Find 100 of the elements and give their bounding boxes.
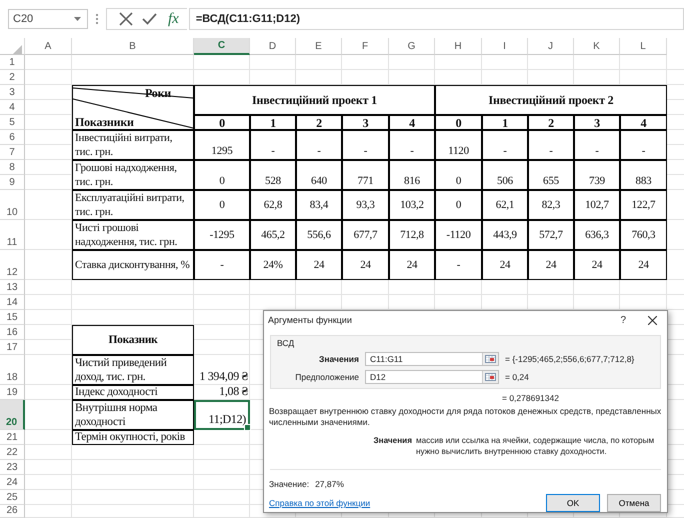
table-cell: -1295	[194, 220, 250, 250]
row-header[interactable]: 17	[0, 340, 25, 355]
close-icon	[648, 316, 657, 324]
column-header[interactable]: H	[435, 38, 482, 55]
row-header[interactable]: 25	[0, 490, 25, 505]
table-cell: 883	[620, 160, 667, 190]
project-header-cell: Інвестиційний проект 2	[435, 85, 667, 115]
argument-label: Значения	[318, 354, 359, 364]
column-header[interactable]: K	[574, 38, 620, 55]
table-cell: 62,1	[482, 190, 528, 220]
table-cell: -	[435, 250, 482, 280]
table-cell: 102,7	[574, 190, 620, 220]
collapse-dialog-button[interactable]	[482, 353, 498, 365]
row-header[interactable]: 8	[0, 160, 25, 175]
argument-field[interactable]: D12	[365, 370, 499, 384]
row-header[interactable]: 1	[0, 55, 25, 70]
insert-function-button[interactable]: fx	[166, 10, 181, 28]
table-cell: 816	[389, 160, 435, 190]
row-header[interactable]: 20	[0, 400, 25, 430]
table-cell: 506	[482, 160, 528, 190]
cancel-button[interactable]: Отмена	[607, 494, 661, 512]
argument-label: Предположение	[294, 372, 359, 382]
table-cell: -	[482, 130, 528, 160]
collapse-dialog-button[interactable]	[482, 371, 498, 383]
table-cell: 528	[250, 160, 296, 190]
table-cell: 24	[482, 250, 528, 280]
table-cell: -	[574, 130, 620, 160]
row-header[interactable]: 3	[0, 85, 25, 100]
table-cell: 1295	[194, 130, 250, 160]
row-header[interactable]: 26	[0, 505, 25, 518]
dropdown-caret-icon[interactable]	[74, 17, 81, 21]
period-header-cell: 4	[389, 115, 435, 130]
table-cell: 93,3	[342, 190, 389, 220]
row-header[interactable]: 10	[0, 190, 25, 220]
row-header[interactable]: 23	[0, 460, 25, 475]
cancel-icon[interactable]	[119, 12, 133, 26]
period-header-cell: 3	[574, 115, 620, 130]
column-header[interactable]: D	[250, 38, 296, 55]
row-label-cell: Грошові надходження, тис. грн.	[72, 160, 194, 190]
period-header-cell: 2	[296, 115, 342, 130]
argument-field[interactable]: C11:G11	[365, 352, 499, 366]
row-header[interactable]: 24	[0, 475, 25, 490]
table-cell: 739	[574, 160, 620, 190]
column-header[interactable]: L	[620, 38, 667, 55]
row-header[interactable]: 19	[0, 385, 25, 400]
column-header[interactable]: C	[194, 38, 250, 55]
range-select-icon	[485, 355, 496, 363]
column-header[interactable]: E	[296, 38, 342, 55]
argument-result: = 0,24	[505, 372, 530, 382]
help-button[interactable]: ?	[620, 314, 626, 326]
column-header[interactable]: F	[342, 38, 389, 55]
formula-value: 27,87%	[315, 479, 344, 489]
column-header[interactable]: A	[25, 38, 72, 55]
selected-cell: 11;D12)	[194, 400, 250, 430]
period-header-cell: 2	[528, 115, 574, 130]
table-cell: -	[250, 130, 296, 160]
row-header[interactable]: 11	[0, 220, 25, 250]
function-result: = 0,278691342	[502, 393, 560, 403]
row-header[interactable]: 4	[0, 100, 25, 115]
row-label-cell: Чистий приведений доход, тис. грн.	[72, 355, 194, 385]
table-cell: 712,8	[389, 220, 435, 250]
table-cell: 771	[342, 160, 389, 190]
row-header[interactable]: 22	[0, 445, 25, 460]
table-cell: 677,7	[342, 220, 389, 250]
row-header[interactable]: 18	[0, 355, 25, 385]
table-cell: 62,8	[250, 190, 296, 220]
name-box[interactable]: C20	[8, 9, 88, 29]
table-cell: 0	[194, 190, 250, 220]
column-header[interactable]: J	[528, 38, 574, 55]
row-header[interactable]: 6	[0, 130, 25, 145]
row-header[interactable]: 12	[0, 250, 25, 280]
row-label-cell: Інвестиційні витрати, тис. грн.	[72, 130, 194, 160]
row-header[interactable]: 13	[0, 280, 25, 295]
close-button[interactable]	[648, 316, 657, 324]
table-cell: 443,9	[482, 220, 528, 250]
period-header-cell: 1	[482, 115, 528, 130]
table-cell: -	[620, 130, 667, 160]
formula-field[interactable]: =ВСД(C11:G11;D12)	[188, 8, 684, 30]
row-header[interactable]: 21	[0, 430, 25, 445]
function-description: Возвращает внутреннюю ставку доходности для ряда потоков денежных средств, представленных численными значениями.	[269, 406, 662, 428]
fill-handle[interactable]	[244, 424, 251, 431]
help-link[interactable]: Справка по этой функции	[269, 498, 539, 508]
ok-button[interactable]: OK	[546, 494, 600, 512]
check-icon[interactable]	[142, 13, 157, 25]
table-cell: 24	[528, 250, 574, 280]
table-cell: 655	[528, 160, 574, 190]
row-header[interactable]: 2	[0, 70, 25, 85]
row-header[interactable]: 5	[0, 115, 25, 130]
row-header[interactable]: 15	[0, 310, 25, 325]
column-header[interactable]: I	[482, 38, 528, 55]
column-header[interactable]: G	[389, 38, 435, 55]
row-header[interactable]: 7	[0, 145, 25, 160]
table-cell: 24	[574, 250, 620, 280]
table-cell: 24	[342, 250, 389, 280]
column-header[interactable]: B	[72, 38, 194, 55]
row-header[interactable]: 9	[0, 175, 25, 190]
table-cell: -	[389, 130, 435, 160]
row-label-cell: Термін окупності, років	[72, 430, 194, 445]
row-header[interactable]: 16	[0, 325, 25, 340]
row-header[interactable]: 14	[0, 295, 25, 310]
